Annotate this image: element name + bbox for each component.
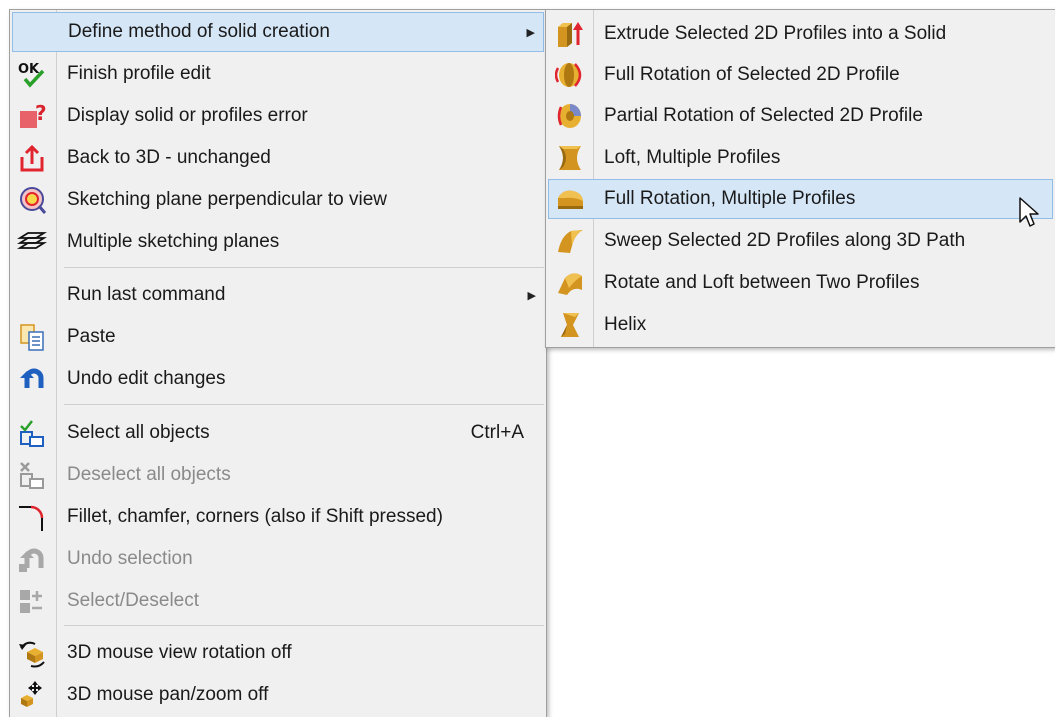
menu-item-finish-profile-edit[interactable]: OK Finish profile edit	[12, 54, 544, 94]
menu-item-label: Partial Rotation of Selected 2D Profile	[604, 105, 923, 126]
sweep-icon	[554, 225, 586, 257]
menu-item-label: Back to 3D - unchanged	[67, 147, 271, 168]
svg-text:?: ?	[35, 101, 47, 125]
shortcut-label: Ctrl+A	[470, 422, 524, 443]
menu-item-label: Fillet, chamfer, corners (also if Shift …	[67, 506, 443, 527]
mouse-rotation-icon	[16, 637, 48, 669]
menu-item-label: Select all objects	[67, 422, 210, 443]
menu-item-label: Multiple sketching planes	[67, 231, 280, 252]
paste-icon	[16, 321, 48, 353]
menu-item-mouse-pan-zoom-off[interactable]: 3D mouse pan/zoom off	[12, 675, 544, 715]
menu-item-label: Full Rotation of Selected 2D Profile	[604, 64, 900, 85]
menu-item-label: Display solid or profiles error	[67, 105, 308, 126]
menu-item-label: Loft, Multiple Profiles	[604, 147, 781, 168]
menu-item-label: 3D mouse view rotation off	[67, 642, 292, 663]
menu-item-paste[interactable]: Paste	[12, 317, 544, 357]
menu-item-mouse-rotation-off[interactable]: 3D mouse view rotation off	[12, 633, 544, 673]
menu-item-back-to-3d[interactable]: Back to 3D - unchanged	[12, 138, 544, 178]
menu-item-label: Full Rotation, Multiple Profiles	[604, 188, 856, 209]
menu-separator	[64, 404, 544, 405]
sketch-plane-view-icon	[16, 184, 48, 216]
menu-item-run-last-command[interactable]: Run last command ▶	[12, 275, 544, 315]
mouse-pan-zoom-icon	[16, 679, 48, 711]
multiple-planes-icon	[16, 226, 48, 258]
menu-item-label: Define method of solid creation	[68, 21, 330, 42]
menu-item-label: 3D mouse pan/zoom off	[67, 684, 269, 705]
menu-item-extrude[interactable]: Extrude Selected 2D Profiles into a Soli…	[548, 14, 1053, 54]
menu-item-label: Helix	[604, 314, 647, 335]
menu-item-sweep[interactable]: Sweep Selected 2D Profiles along 3D Path	[548, 221, 1053, 261]
menu-item-undo-selection[interactable]: Undo selection	[12, 539, 544, 579]
menu-item-undo-edit-changes[interactable]: Undo edit changes	[12, 359, 544, 399]
extrude-icon	[554, 18, 586, 50]
menu-item-select-all-objects[interactable]: Select all objects Ctrl+A	[12, 413, 544, 453]
fillet-corner-icon	[16, 501, 48, 533]
deselect-all-icon	[16, 459, 48, 491]
menu-item-label: Sketching plane perpendicular to view	[67, 189, 388, 210]
menu-item-label: Sweep Selected 2D Profiles along 3D Path	[604, 230, 966, 251]
menu-item-deselect-all-objects[interactable]: Deselect all objects	[12, 455, 544, 495]
mouse-cursor-icon	[1018, 196, 1040, 236]
context-menu: Define method of solid creation ▶ OK Fin…	[9, 9, 547, 717]
menu-item-label: Finish profile edit	[67, 63, 211, 84]
menu-item-select-deselect[interactable]: Select/Deselect	[12, 581, 544, 621]
submenu-arrow-icon: ▶	[527, 289, 536, 302]
undo-selection-icon	[16, 543, 48, 575]
menu-item-fillet-chamfer[interactable]: Fillet, chamfer, corners (also if Shift …	[12, 497, 544, 537]
select-all-icon	[16, 417, 48, 449]
partial-rotation-icon	[554, 100, 586, 132]
menu-item-label: Deselect all objects	[67, 464, 231, 485]
undo-icon	[16, 363, 48, 395]
menu-item-label: Extrude Selected 2D Profiles into a Soli…	[604, 23, 947, 44]
submenu-solid-creation: Extrude Selected 2D Profiles into a Soli…	[545, 9, 1055, 348]
menu-item-label: Rotate and Loft between Two Profiles	[604, 272, 920, 293]
menu-item-multiple-sketching-planes[interactable]: Multiple sketching planes	[12, 222, 544, 262]
menu-item-loft[interactable]: Loft, Multiple Profiles	[548, 138, 1053, 178]
menu-item-display-error[interactable]: ? Display solid or profiles error	[12, 96, 544, 136]
select-deselect-icon	[16, 585, 48, 617]
menu-separator	[64, 267, 544, 268]
full-rotation-icon	[554, 59, 586, 91]
submenu-arrow-icon: ▶	[526, 26, 535, 39]
error-question-icon: ?	[16, 100, 48, 132]
back-to-3d-icon	[16, 142, 48, 174]
menu-item-rotate-loft[interactable]: Rotate and Loft between Two Profiles	[548, 263, 1053, 303]
helix-icon	[554, 309, 586, 341]
full-rotation-multi-icon	[554, 183, 586, 215]
menu-item-label: Select/Deselect	[67, 590, 200, 611]
menu-item-helix[interactable]: Helix	[548, 305, 1053, 345]
menu-item-sketching-plane-perpendicular[interactable]: Sketching plane perpendicular to view	[12, 180, 544, 220]
menu-item-full-rotation-multiple[interactable]: Full Rotation, Multiple Profiles	[548, 179, 1053, 219]
menu-item-define-method[interactable]: Define method of solid creation ▶	[12, 12, 544, 52]
menu-item-full-rotation[interactable]: Full Rotation of Selected 2D Profile	[548, 55, 1053, 95]
menu-item-label: Paste	[67, 326, 116, 347]
menu-item-label: Run last command	[67, 284, 226, 305]
svg-text:OK: OK	[18, 62, 40, 77]
rotate-loft-icon	[554, 267, 586, 299]
menu-item-label: Undo edit changes	[67, 368, 226, 389]
menu-item-label: Undo selection	[67, 548, 193, 569]
loft-icon	[554, 142, 586, 174]
menu-item-partial-rotation[interactable]: Partial Rotation of Selected 2D Profile	[548, 96, 1053, 136]
ok-check-icon: OK	[16, 58, 48, 90]
menu-separator	[64, 625, 544, 626]
